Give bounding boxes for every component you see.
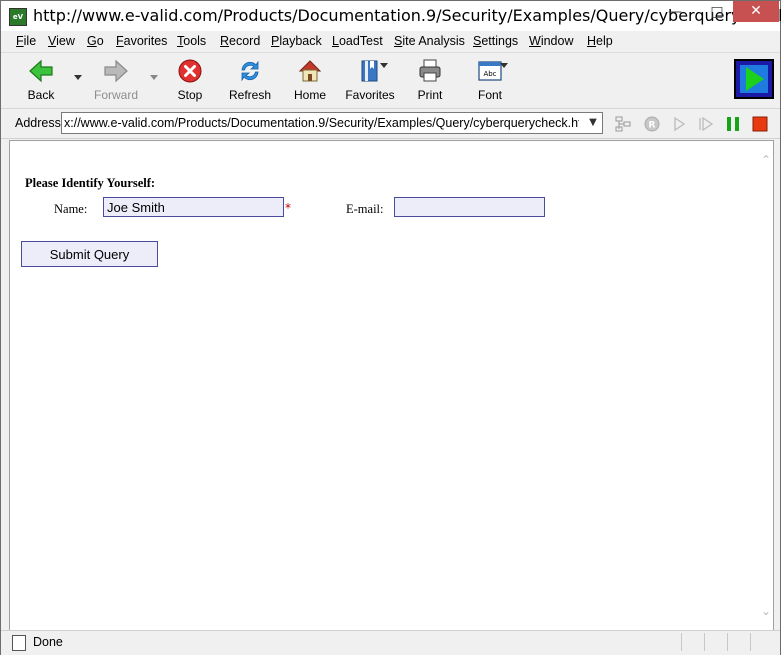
record-icon[interactable]: R (644, 116, 660, 132)
stop-button[interactable]: Stop (162, 56, 218, 102)
forward-dropdown-icon[interactable] (150, 75, 158, 80)
menu-view[interactable]: View (48, 34, 75, 48)
status-bar: Done (1, 630, 780, 655)
maximize-icon[interactable]: □ (703, 1, 731, 23)
toolbar: Back Forward Stop Refresh Home Favorites… (1, 53, 780, 109)
back-button[interactable]: Back (13, 56, 69, 102)
menu-file[interactable]: File (16, 34, 36, 48)
page-status-icon (12, 635, 26, 651)
title-bar: eV http://www.e-valid.com/Products/Docum… (1, 1, 781, 31)
svg-text:Abc: Abc (483, 70, 496, 78)
print-button[interactable]: Print (402, 56, 458, 102)
menu-site-analysis[interactable]: Site Analysis (394, 34, 465, 48)
address-input[interactable] (62, 113, 579, 132)
status-text: Done (33, 635, 63, 649)
printer-icon (417, 58, 443, 84)
play-icon (746, 67, 764, 91)
address-dropdown-icon[interactable]: ▼ (584, 113, 602, 133)
address-label: Address (15, 116, 61, 130)
submit-query-button[interactable]: Submit Query (21, 241, 158, 267)
back-arrow-icon (28, 58, 54, 84)
page-content: ⌃ Please Identify Yourself: Name: * E-ma… (9, 140, 774, 631)
pause-icon[interactable] (725, 116, 741, 132)
menu-go[interactable]: Go (87, 34, 104, 48)
play-icon[interactable] (671, 116, 687, 132)
browser-window: eV http://www.e-valid.com/Products/Docum… (0, 0, 781, 655)
stop-square-icon[interactable] (752, 116, 768, 132)
email-label: E-mail: (346, 202, 384, 216)
menu-record[interactable]: Record (220, 34, 260, 48)
svg-text:R: R (649, 121, 656, 131)
refresh-icon (237, 58, 263, 84)
minimize-icon[interactable]: — (661, 1, 689, 23)
menu-favorites[interactable]: Favorites (116, 34, 167, 48)
font-dropdown-icon[interactable] (500, 63, 508, 68)
refresh-button[interactable]: Refresh (222, 56, 278, 102)
email-input[interactable] (394, 197, 545, 217)
menu-window[interactable]: Window (529, 34, 573, 48)
favorites-book-icon (357, 58, 383, 84)
app-icon: eV (9, 8, 27, 26)
close-icon[interactable]: ✕ (733, 1, 779, 22)
address-field[interactable]: ▼ (61, 112, 603, 134)
stop-icon (177, 58, 203, 84)
scroll-up-icon[interactable]: ⌃ (761, 153, 771, 167)
step-play-icon[interactable] (698, 116, 714, 132)
menu-help[interactable]: Help (587, 34, 613, 48)
home-icon (297, 58, 323, 84)
font-button[interactable]: Abc Font (462, 56, 518, 102)
site-map-icon[interactable] (615, 116, 631, 132)
forward-button[interactable]: Forward (88, 56, 144, 102)
required-marker: * (285, 201, 291, 215)
form-heading: Please Identify Yourself: (25, 176, 156, 190)
name-input[interactable] (103, 197, 284, 217)
name-label: Name: (54, 202, 88, 216)
home-button[interactable]: Home (282, 56, 338, 102)
menu-settings[interactable]: Settings (473, 34, 518, 48)
forward-arrow-icon (103, 58, 129, 84)
font-icon: Abc (477, 58, 503, 84)
scroll-down-icon[interactable]: ⌄ (761, 604, 771, 618)
evalid-play-button[interactable] (734, 59, 774, 99)
address-bar: Address ▼ R (1, 109, 780, 139)
favorites-dropdown-icon[interactable] (380, 63, 388, 68)
menu-tools[interactable]: Tools (177, 34, 206, 48)
favorites-button[interactable]: Favorites (342, 56, 398, 102)
menu-loadtest[interactable]: LoadTest (332, 34, 383, 48)
menu-bar: File View Go Favorites Tools Record Play… (1, 31, 780, 53)
menu-playback[interactable]: Playback (271, 34, 322, 48)
back-dropdown-icon[interactable] (74, 75, 82, 80)
